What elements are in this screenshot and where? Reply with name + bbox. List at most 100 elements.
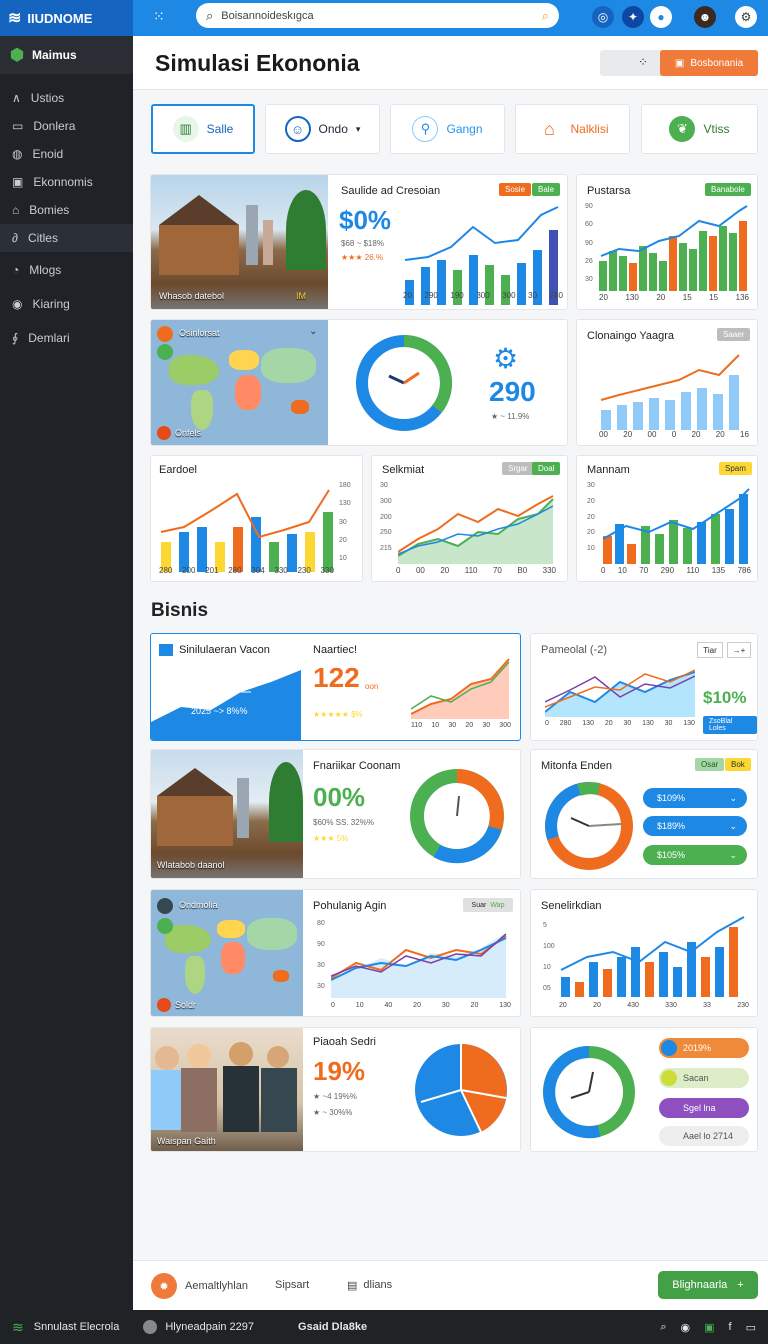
bottom-item-1[interactable]: ✹ Aemaltlyhlan (151, 1273, 248, 1299)
sidebar-header[interactable]: ⬢ Maimus (0, 36, 133, 74)
sidebar-item-citles[interactable]: ∂ Citles (0, 224, 133, 252)
chevron-down-icon[interactable]: ⌄ (309, 326, 317, 337)
tab-vtiss[interactable]: ❦ Vtiss (641, 104, 758, 154)
card-simulation-vacon[interactable]: Sinilulaeran Vacon 2025 ~> 8%% Naartiec!… (150, 633, 521, 741)
area-line-chart (411, 658, 510, 719)
map-pin-icon[interactable] (157, 426, 171, 440)
progress-row[interactable]: Sacan (659, 1068, 749, 1088)
tag-badge[interactable]: Bok (725, 758, 751, 771)
globe-icon[interactable]: ◎ (592, 6, 614, 28)
map-pin-icon[interactable] (157, 918, 173, 934)
card-pustarsa[interactable]: Pustarsa Banabole 90 60 90 26 30 20 130 20 15 15… (576, 174, 758, 310)
map-pin-icon[interactable] (157, 326, 173, 342)
card-world-map[interactable]: Osinlorsat ⌄ Onfels ⚙ 290 ★ ~ 11.9% (150, 319, 568, 446)
card-selkmiat[interactable]: Selkmiat Srgar Doal 30 300 200 250 215 0 00 20… (371, 455, 568, 582)
pie-chart (415, 1044, 507, 1136)
header-action-button[interactable]: ▣ Bosbonania (660, 50, 758, 76)
card-ondmolia[interactable]: Ondmolia Soldr Pohulanig Agin Suar Wap 8… (150, 889, 521, 1017)
avatar[interactable]: ☻ (694, 6, 716, 28)
tick-label: 290 (424, 291, 438, 300)
search-input[interactable] (221, 9, 534, 22)
card-economy-overview[interactable]: Whasob datebol IM Saulide ad Cresoian So… (150, 174, 568, 310)
sidebar-item-kiaring[interactable]: ◉ Kiaring (0, 290, 133, 318)
message-icon[interactable]: ▭ (746, 1321, 756, 1334)
tag-badge[interactable]: Banabole (705, 183, 751, 196)
card-eardoel[interactable]: Eardoel 180 130 30 20 10 280 200 201 280 304 330 2… (150, 455, 363, 582)
tick-label: 215 (380, 545, 392, 552)
grid-icon[interactable]: ⁙ (153, 8, 165, 25)
taskbar-badge[interactable]: Gsaid Dla8ke (298, 1321, 367, 1333)
brand-logo[interactable]: ≋ IIUDNOME (0, 0, 133, 36)
map-pin-icon[interactable] (157, 998, 171, 1012)
stat-row[interactable]: $109% ⌄ (643, 788, 747, 808)
sidebar-item-ustios[interactable]: ∧ Ustios (0, 84, 133, 112)
notification-icon[interactable]: ✦ (622, 6, 644, 28)
card-piaoah[interactable]: Waispan Gaith Piaoah Sedri 19% ★ ~4 19%%… (150, 1027, 521, 1152)
tick-label: 190 (450, 291, 464, 300)
map-pin-icon[interactable] (157, 898, 173, 914)
card-progress[interactable]: 2019% Sacan Sgel lna Aael lo 2714 (530, 1027, 758, 1152)
search-submit-icon[interactable]: ⌕ (542, 8, 549, 24)
progress-row[interactable]: Aael lo 2714 (659, 1126, 749, 1146)
stat-value: $189% (657, 821, 686, 831)
tick-label: 80 (317, 920, 325, 927)
chart-icon[interactable]: ▣ (704, 1321, 714, 1334)
area-fill (331, 933, 506, 998)
sidebar-item-bomies[interactable]: ⌂ Bomies (0, 196, 133, 224)
clock-icon: ◔ (12, 263, 20, 277)
taskbar-app-name[interactable]: Snnulast Elecrola (34, 1321, 120, 1333)
tag-badge[interactable]: Spam (719, 462, 752, 475)
tick-label: 280 (159, 566, 173, 575)
tick-label: 30 (380, 482, 388, 489)
primary-cta-button[interactable]: Blighnaarla + (658, 1271, 758, 1299)
tag-badge[interactable]: Bale (532, 183, 561, 196)
sidebar-item-mlogs[interactable]: ◔ Mlogs (0, 256, 133, 284)
progress-row[interactable]: Sgel lna (659, 1098, 749, 1118)
tab-nalklisi[interactable]: ⌂ Nalklisi (515, 104, 630, 154)
expand-button[interactable]: →+ (727, 642, 751, 658)
card-clonaingo[interactable]: Clonaingo Yaagra Saaer 00 20 00 0 20 20 16 (576, 319, 758, 446)
card-senelirkdian[interactable]: Senelirkdian 5 100 10 05 20 20 430 330 33 230 (530, 889, 758, 1017)
x-axis-labels: 0 10 40 20 30 20 130 (331, 1002, 511, 1009)
card-mitonfa[interactable]: Mitonfa Enden Osar Bok $109% ⌄ $189% ⌄ $10… (530, 749, 758, 879)
tag-badge[interactable]: Doal (532, 462, 561, 475)
grid-icon[interactable]: ⁘ (638, 55, 648, 69)
app-layers-icon[interactable]: ≋ (12, 1319, 24, 1336)
sidebar-item-demlari[interactable]: ∮ Demlari (0, 324, 133, 352)
progress-row[interactable]: 2019% (659, 1038, 749, 1058)
card-fnariikar[interactable]: Wlatabob daanol Fnariikar Coonam 00% $60… (150, 749, 521, 879)
f-icon[interactable]: f (729, 1321, 732, 1333)
tag-badge[interactable]: Srgar (502, 462, 534, 475)
sidebar-item-donlera[interactable]: ▭ Donlera (0, 112, 133, 140)
toggle-icon[interactable]: ● (650, 6, 672, 28)
filter-button[interactable]: Tiar (697, 642, 723, 658)
bar-line-chart (600, 354, 740, 430)
card-mannam[interactable]: Mannam Spam 30 20 20 20 10 0 10 70 290 110 135 786 (576, 455, 758, 582)
tag-badge[interactable]: Osar (695, 758, 725, 771)
sidebar-item-enoid[interactable]: ◍ Enoid (0, 140, 133, 168)
search-icon[interactable]: ⌕ (660, 1321, 666, 1334)
tick-label: 20 (604, 720, 613, 727)
tag-badge: ZsoBlal Loles (703, 716, 757, 734)
record-icon[interactable]: ◉ (681, 1321, 691, 1334)
tag-badge[interactable]: Sosie (499, 183, 532, 196)
map-pin-icon[interactable] (157, 344, 173, 360)
tab-ondo[interactable]: ☺ Ondo ▾ (265, 104, 380, 154)
bottom-item-3[interactable]: ▤ dlians (347, 1279, 392, 1292)
stat-row[interactable]: $189% ⌄ (643, 816, 747, 836)
tick-label: 16 (740, 430, 749, 439)
settings-icon[interactable]: ⚙ (735, 6, 757, 28)
stat-row[interactable]: $105% ⌄ (643, 845, 747, 865)
search-bar[interactable]: ⌕ ⌕ (196, 3, 559, 28)
bottom-item-2[interactable]: Sipsart (275, 1279, 309, 1291)
tick-label: 90 (585, 203, 593, 210)
building-icon: ⌂ (12, 203, 20, 217)
tick-label: 20 (465, 722, 474, 729)
tab-gangn[interactable]: ⚲ Gangn (390, 104, 505, 154)
toggle-pill[interactable]: Suar Wap (463, 898, 513, 912)
tag-badge[interactable]: Saaer (717, 328, 751, 341)
card-pameolal[interactable]: Pameolal (-2) Tiar →+ $10% ZsoBlal Loles… (530, 633, 758, 741)
sidebar-item-ekonnomis[interactable]: ▣ Ekonnomis (0, 168, 133, 196)
photo-tag: IM (296, 291, 306, 301)
tab-salle[interactable]: ▥ Salle (151, 104, 255, 154)
